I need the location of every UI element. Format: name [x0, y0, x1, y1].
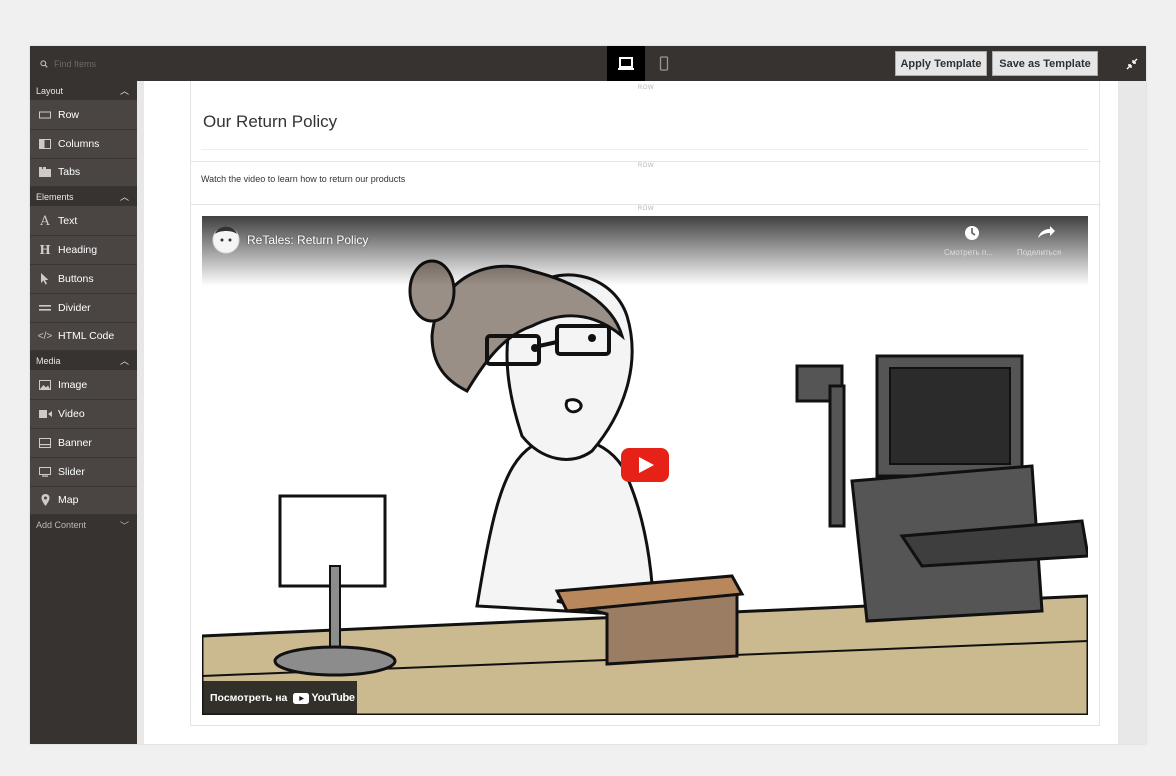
row-divider	[191, 161, 1101, 162]
banner-icon	[38, 437, 52, 448]
heading-icon: H	[39, 243, 51, 258]
group-label: Layout	[36, 85, 64, 96]
group-elements-header[interactable]: Elements ︿	[30, 187, 137, 208]
sidebar-item-label: Slider	[58, 465, 85, 478]
sidebar-item-label: Image	[58, 379, 88, 392]
sidebar-item-html-code[interactable]: </> HTML Code	[30, 322, 137, 352]
sidebar-item-label: Heading	[58, 244, 98, 257]
search-icon	[40, 59, 48, 68]
group-media-header[interactable]: Media ︿	[30, 351, 137, 372]
chevron-up-icon: ︿	[119, 356, 129, 367]
video-title[interactable]: ReTales: Return Policy	[247, 233, 368, 247]
sidebar-item-columns[interactable]: Columns	[30, 129, 137, 159]
laptop-icon	[618, 56, 634, 70]
play-button-icon	[621, 448, 669, 482]
tabs-icon	[38, 167, 52, 178]
heading-row[interactable]: Our Return Policy	[201, 95, 1089, 150]
search-box[interactable]	[30, 46, 136, 81]
sidebar-item-video[interactable]: Video	[30, 400, 137, 429]
cursor-icon	[38, 272, 52, 285]
sidebar-item-map[interactable]: Map	[30, 486, 137, 516]
save-as-template-button[interactable]: Save as Template	[992, 51, 1098, 76]
sidebar-item-label: HTML Code	[58, 330, 115, 343]
sidebar-item-label: Video	[58, 408, 85, 421]
clock-icon	[965, 226, 979, 240]
group-layout-header[interactable]: Layout ︿	[30, 81, 137, 101]
desktop-view-button[interactable]	[607, 46, 645, 81]
youtube-wordmark: YouTube	[311, 692, 355, 704]
youtube-logo-icon: YouTube	[293, 692, 355, 704]
sidebar-item-banner[interactable]: Banner	[30, 428, 137, 458]
code-icon: </>	[37, 330, 53, 342]
channel-avatar-icon	[212, 226, 240, 254]
sidebar-item-row[interactable]: Row	[30, 101, 137, 130]
row-label: ROW	[637, 85, 655, 91]
sidebar-item-text[interactable]: A Text	[30, 207, 137, 237]
chevron-up-icon: ︿	[119, 192, 129, 203]
sidebar-item-buttons[interactable]: Buttons	[30, 264, 137, 294]
mobile-phone-icon	[659, 55, 669, 71]
chevron-up-icon: ︿	[119, 86, 129, 96]
sidebar-item-label: Map	[58, 494, 79, 507]
page-builder-stage: ROW Our Return Policy ROW Watch the vide…	[137, 81, 1146, 744]
element-panel: Layout ︿ Row Columns Tabs Elements ︿ A Text…	[30, 81, 137, 744]
group-label: Media	[36, 355, 61, 366]
image-icon	[38, 380, 52, 391]
video-icon	[38, 410, 52, 419]
sidebar-item-slider[interactable]: Slider	[30, 457, 137, 487]
group-label: Elements	[36, 191, 74, 202]
sidebar-item-image[interactable]: Image	[30, 371, 137, 401]
search-input[interactable]	[52, 57, 136, 70]
watch-on-label: Посмотреть на	[210, 692, 288, 704]
mobile-view-button[interactable]	[645, 46, 683, 81]
exit-fullscreen-icon[interactable]	[1124, 56, 1140, 72]
sidebar-item-label: Row	[58, 108, 80, 121]
divider-icon	[38, 304, 52, 312]
row-icon	[38, 111, 52, 119]
text-icon: A	[40, 213, 50, 229]
sidebar-item-label: Columns	[58, 137, 100, 150]
video-player[interactable]: ReTales: Return Policy Смотреть п... Под…	[202, 216, 1088, 715]
chevron-down-icon: ﹀	[119, 520, 129, 531]
page-builder-frame: Apply Template Save as Template Layout ︿ …	[30, 46, 1146, 744]
page-builder-toolbar: Apply Template Save as Template	[30, 46, 1146, 81]
video-thumbnail	[202, 216, 1088, 715]
stage-right-gutter	[1118, 81, 1146, 744]
content-canvas: ROW Our Return Policy ROW Watch the vide…	[190, 81, 1101, 726]
watch-later-label[interactable]: Смотреть п...	[944, 248, 993, 257]
group-label: Add Content	[36, 520, 87, 531]
sidebar-item-label: Divider	[58, 301, 91, 314]
stage-left-gutter	[137, 81, 144, 744]
map-pin-icon	[38, 494, 52, 507]
columns-icon	[38, 138, 52, 149]
text-row[interactable]: Watch the video to learn how to return o…	[201, 169, 1089, 189]
sidebar-item-divider[interactable]: Divider	[30, 293, 137, 323]
slider-icon	[38, 466, 52, 477]
row-divider	[191, 204, 1101, 205]
sidebar-item-label: Tabs	[58, 166, 81, 179]
sidebar-item-tabs[interactable]: Tabs	[30, 158, 137, 188]
sidebar-item-label: Text	[58, 215, 78, 228]
sidebar-item-label: Buttons	[58, 272, 94, 285]
group-add-content-header[interactable]: Add Content ﹀	[30, 515, 137, 535]
share-label[interactable]: Поделиться	[1017, 248, 1061, 257]
row-label: ROW	[637, 206, 655, 212]
sidebar-item-heading[interactable]: H Heading	[30, 236, 137, 265]
apply-template-button[interactable]: Apply Template	[895, 51, 987, 76]
watch-on-youtube-button[interactable]: Посмотреть на YouTube	[202, 681, 357, 715]
sidebar-item-label: Banner	[58, 436, 92, 449]
